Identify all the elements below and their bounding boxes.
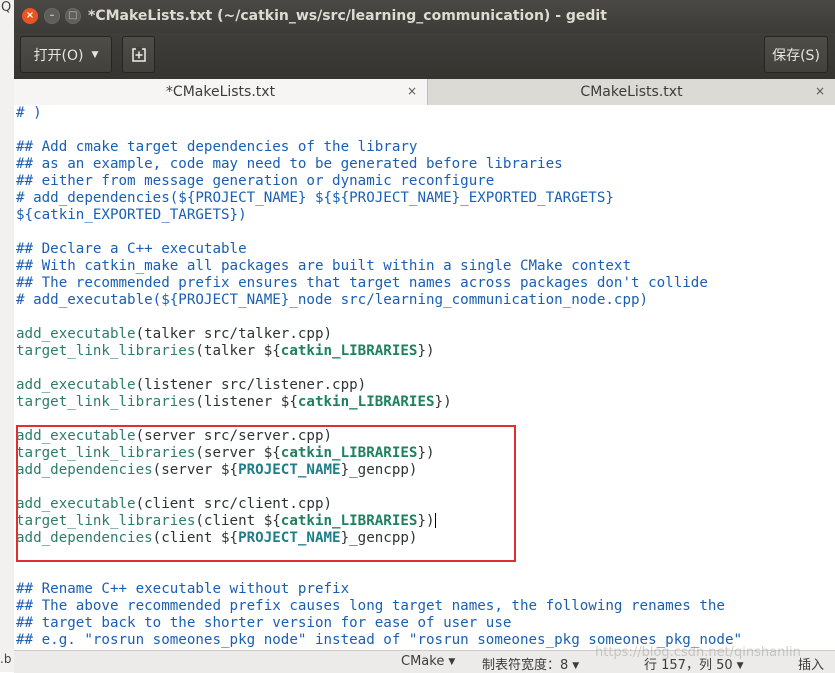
language-label: CMake xyxy=(401,654,445,669)
code-line[interactable]: add_dependencies(client ${PROJECT_NAME}_… xyxy=(16,530,417,547)
close-icon: × xyxy=(25,10,35,21)
code-line[interactable]: ## either from message generation or dyn… xyxy=(16,173,494,190)
tab-label: *CMakeLists.txt xyxy=(165,84,276,100)
document-tabs: *CMakeLists.txt × CMakeLists.txt × xyxy=(14,79,835,106)
code-line[interactable]: add_executable(listener src/listener.cpp… xyxy=(16,377,366,394)
code-line[interactable]: ${catkin_EXPORTED_TARGETS}) xyxy=(16,207,247,224)
text-cursor xyxy=(434,513,436,528)
minimize-icon: – xyxy=(49,10,55,21)
code-line[interactable]: ## The above recommended prefix causes l… xyxy=(16,598,725,615)
desktop-left-strip: Q .b xyxy=(0,0,15,672)
code-line[interactable]: ## Rename C++ executable without prefix xyxy=(16,581,349,598)
code-line[interactable]: target_link_libraries(talker ${catkin_LI… xyxy=(16,343,435,360)
code-line[interactable]: ## Declare a C++ executable xyxy=(16,241,247,258)
code-line[interactable]: # add_dependencies(${PROJECT_NAME} ${${P… xyxy=(16,190,614,207)
chevron-down-icon: ▼ xyxy=(448,657,456,667)
save-button[interactable]: 保存(S) xyxy=(764,36,828,73)
new-document-icon xyxy=(131,46,146,62)
code-line[interactable]: ## The recommended prefix ensures that t… xyxy=(16,275,708,292)
tab-close-icon[interactable]: × xyxy=(815,84,825,98)
tab-width-selector[interactable]: 制表符宽度：8 ▼ xyxy=(482,654,579,673)
code-line[interactable]: ## Add cmake target dependencies of the … xyxy=(16,139,417,156)
code-line[interactable]: # add_executable(${PROJECT_NAME}_node sr… xyxy=(16,292,648,309)
tab-cmakelists[interactable]: CMakeLists.txt × xyxy=(428,79,835,105)
code-line[interactable]: add_executable(client src/client.cpp) xyxy=(16,496,332,513)
code-editor[interactable]: # ) ## Add cmake target dependencies of t… xyxy=(14,105,835,650)
open-button[interactable]: 打开(O) ▼ xyxy=(20,36,112,73)
watermark-text: https://blog.csdn.net/qinshanlin xyxy=(595,645,801,660)
title-bar: × – □ *CMakeLists.txt (~/catkin_ws/src/l… xyxy=(14,0,835,33)
chevron-down-icon: ▼ xyxy=(91,49,99,60)
code-line[interactable]: add_dependencies(server ${PROJECT_NAME}_… xyxy=(16,462,417,479)
tab-close-icon[interactable]: × xyxy=(407,84,417,98)
code-line[interactable]: add_executable(talker src/talker.cpp) xyxy=(16,326,332,343)
language-selector[interactable]: CMake ▼ xyxy=(401,654,455,669)
header-bar: 打开(O) ▼ 保存(S) xyxy=(14,33,835,79)
tab-cmakelists-modified[interactable]: *CMakeLists.txt × xyxy=(14,79,428,105)
window-minimize-button[interactable]: – xyxy=(44,8,60,24)
tab-width-label: 制表符宽度：8 xyxy=(482,658,569,673)
code-line[interactable]: ## With catkin_make all packages are bui… xyxy=(16,258,631,275)
window-maximize-button[interactable]: □ xyxy=(65,8,81,24)
window-title: *CMakeLists.txt (~/catkin_ws/src/learnin… xyxy=(88,8,607,24)
window-close-button[interactable]: × xyxy=(22,8,38,24)
code-line[interactable]: target_link_libraries(client ${catkin_LI… xyxy=(16,513,436,530)
insert-mode-indicator: 插入 xyxy=(798,658,825,673)
desktop-text-fragment: .b xyxy=(0,652,12,666)
code-line[interactable]: target_link_libraries(listener ${catkin_… xyxy=(16,394,452,411)
chevron-down-icon: ▼ xyxy=(736,661,744,671)
code-line[interactable]: ## as an example, code may need to be ge… xyxy=(16,156,563,173)
new-document-button[interactable] xyxy=(122,36,155,73)
open-button-label: 打开(O) xyxy=(33,47,84,64)
search-icon: Q xyxy=(1,0,12,15)
code-line[interactable]: ## target back to the shorter version fo… xyxy=(16,615,511,632)
code-line[interactable]: add_executable(server src/server.cpp) xyxy=(16,428,332,445)
cursor-position-label: 行 157，列 50 xyxy=(644,658,733,673)
tab-label: CMakeLists.txt xyxy=(580,84,683,100)
code-line[interactable]: target_link_libraries(server ${catkin_LI… xyxy=(16,445,435,462)
maximize-icon: □ xyxy=(68,10,78,21)
chevron-down-icon: ▼ xyxy=(572,661,580,671)
code-line[interactable]: # ) xyxy=(16,105,42,122)
